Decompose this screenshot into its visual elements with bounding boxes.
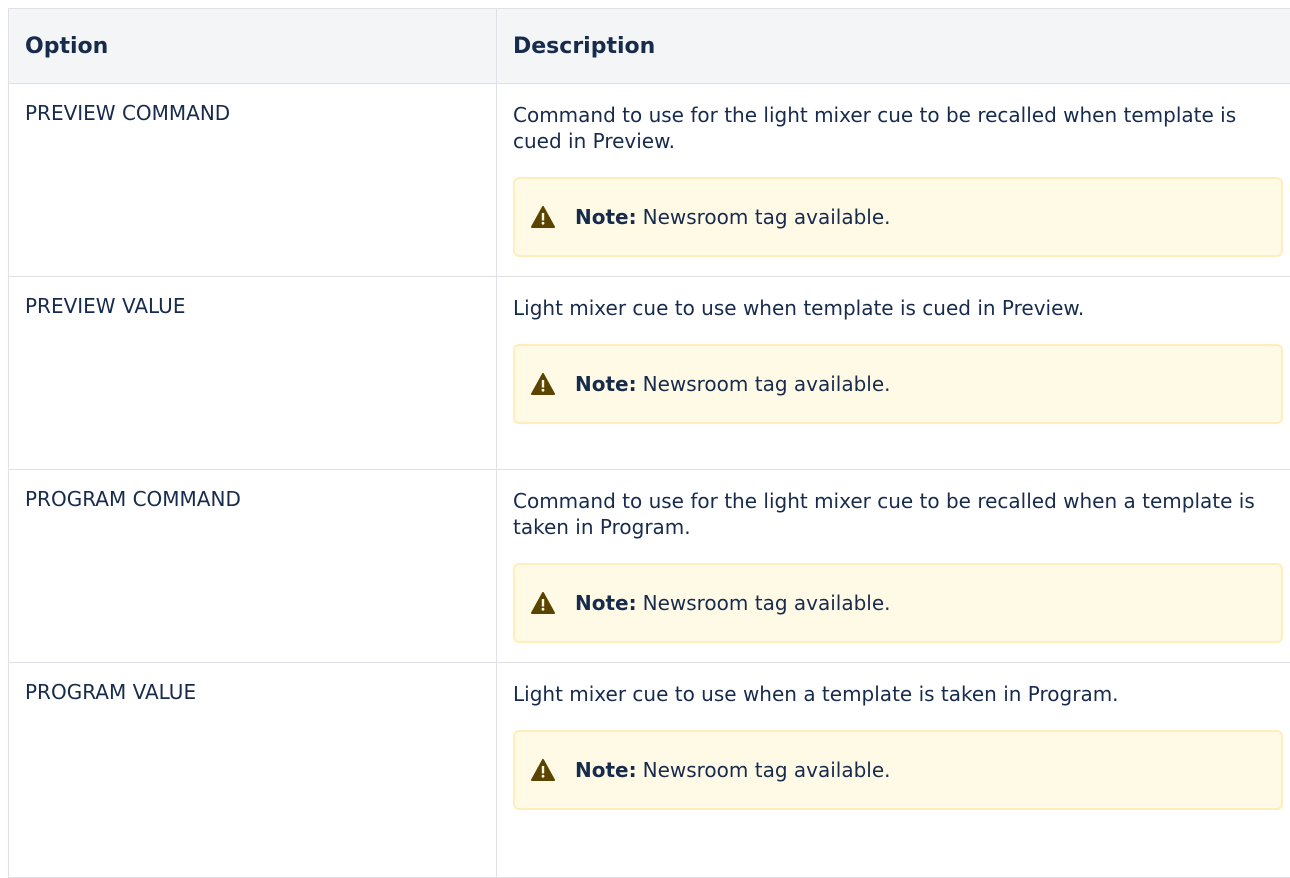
table-row: PREVIEW VALUE Light mixer cue to use whe… — [9, 277, 1290, 470]
column-header-option: Option — [9, 9, 497, 84]
note-panel: Note: Newsroom tag available. — [513, 563, 1283, 643]
table-row: PROGRAM COMMAND Command to use for the l… — [9, 470, 1290, 663]
warning-icon — [531, 206, 555, 228]
column-header-description: Description — [497, 9, 1290, 84]
note-text: Newsroom tag available. — [643, 205, 891, 229]
table-header-row: Option Description — [9, 9, 1290, 84]
option-cell: PREVIEW VALUE — [9, 277, 497, 470]
description-text: Command to use for the light mixer cue t… — [513, 102, 1283, 154]
note-text: Newsroom tag available. — [643, 758, 891, 782]
options-table-container: Option Description PREVIEW COMMAND Comma… — [8, 8, 1290, 878]
description-cell: Command to use for the light mixer cue t… — [497, 470, 1290, 663]
option-cell: PREVIEW COMMAND — [9, 84, 497, 277]
note-panel: Note: Newsroom tag available. — [513, 177, 1283, 257]
description-text: Light mixer cue to use when a template i… — [513, 681, 1283, 707]
note-label: Note: — [575, 758, 637, 782]
description-cell: Light mixer cue to use when a template i… — [497, 663, 1290, 878]
note-text: Newsroom tag available. — [643, 372, 891, 396]
description-cell: Light mixer cue to use when template is … — [497, 277, 1290, 470]
description-text: Command to use for the light mixer cue t… — [513, 488, 1283, 540]
note-panel: Note: Newsroom tag available. — [513, 344, 1283, 424]
note-panel: Note: Newsroom tag available. — [513, 730, 1283, 810]
warning-icon — [531, 759, 555, 781]
table-row: PREVIEW COMMAND Command to use for the l… — [9, 84, 1290, 277]
note-label: Note: — [575, 372, 637, 396]
description-text: Light mixer cue to use when template is … — [513, 295, 1283, 321]
note-label: Note: — [575, 205, 637, 229]
note-label: Note: — [575, 591, 637, 615]
option-cell: PROGRAM COMMAND — [9, 470, 497, 663]
option-cell: PROGRAM VALUE — [9, 663, 497, 878]
warning-icon — [531, 373, 555, 395]
table-row: PROGRAM VALUE Light mixer cue to use whe… — [9, 663, 1290, 878]
description-cell: Command to use for the light mixer cue t… — [497, 84, 1290, 277]
options-table: Option Description PREVIEW COMMAND Comma… — [8, 8, 1290, 878]
warning-icon — [531, 592, 555, 614]
note-text: Newsroom tag available. — [643, 591, 891, 615]
